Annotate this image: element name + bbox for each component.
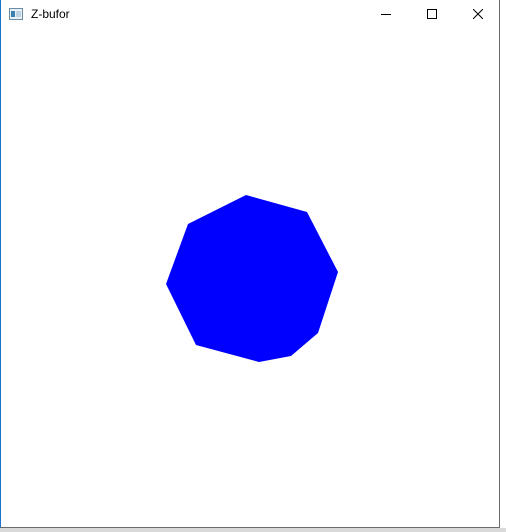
app-window: Z-bufor	[0, 0, 500, 528]
render-canvas[interactable]	[1, 28, 499, 527]
close-icon	[473, 9, 483, 19]
title-bar[interactable]: Z-bufor	[1, 0, 499, 28]
blue-octagon	[166, 195, 338, 362]
minimize-icon	[381, 9, 391, 19]
scene-svg	[166, 195, 338, 362]
minimize-button[interactable]	[363, 0, 409, 28]
taskbar-edge	[0, 528, 506, 532]
close-button[interactable]	[455, 0, 501, 28]
app-window-icon	[9, 7, 23, 20]
maximize-button[interactable]	[409, 0, 455, 28]
maximize-icon	[427, 9, 437, 19]
window-title: Z-bufor	[31, 7, 70, 21]
desktop-background	[500, 0, 506, 532]
